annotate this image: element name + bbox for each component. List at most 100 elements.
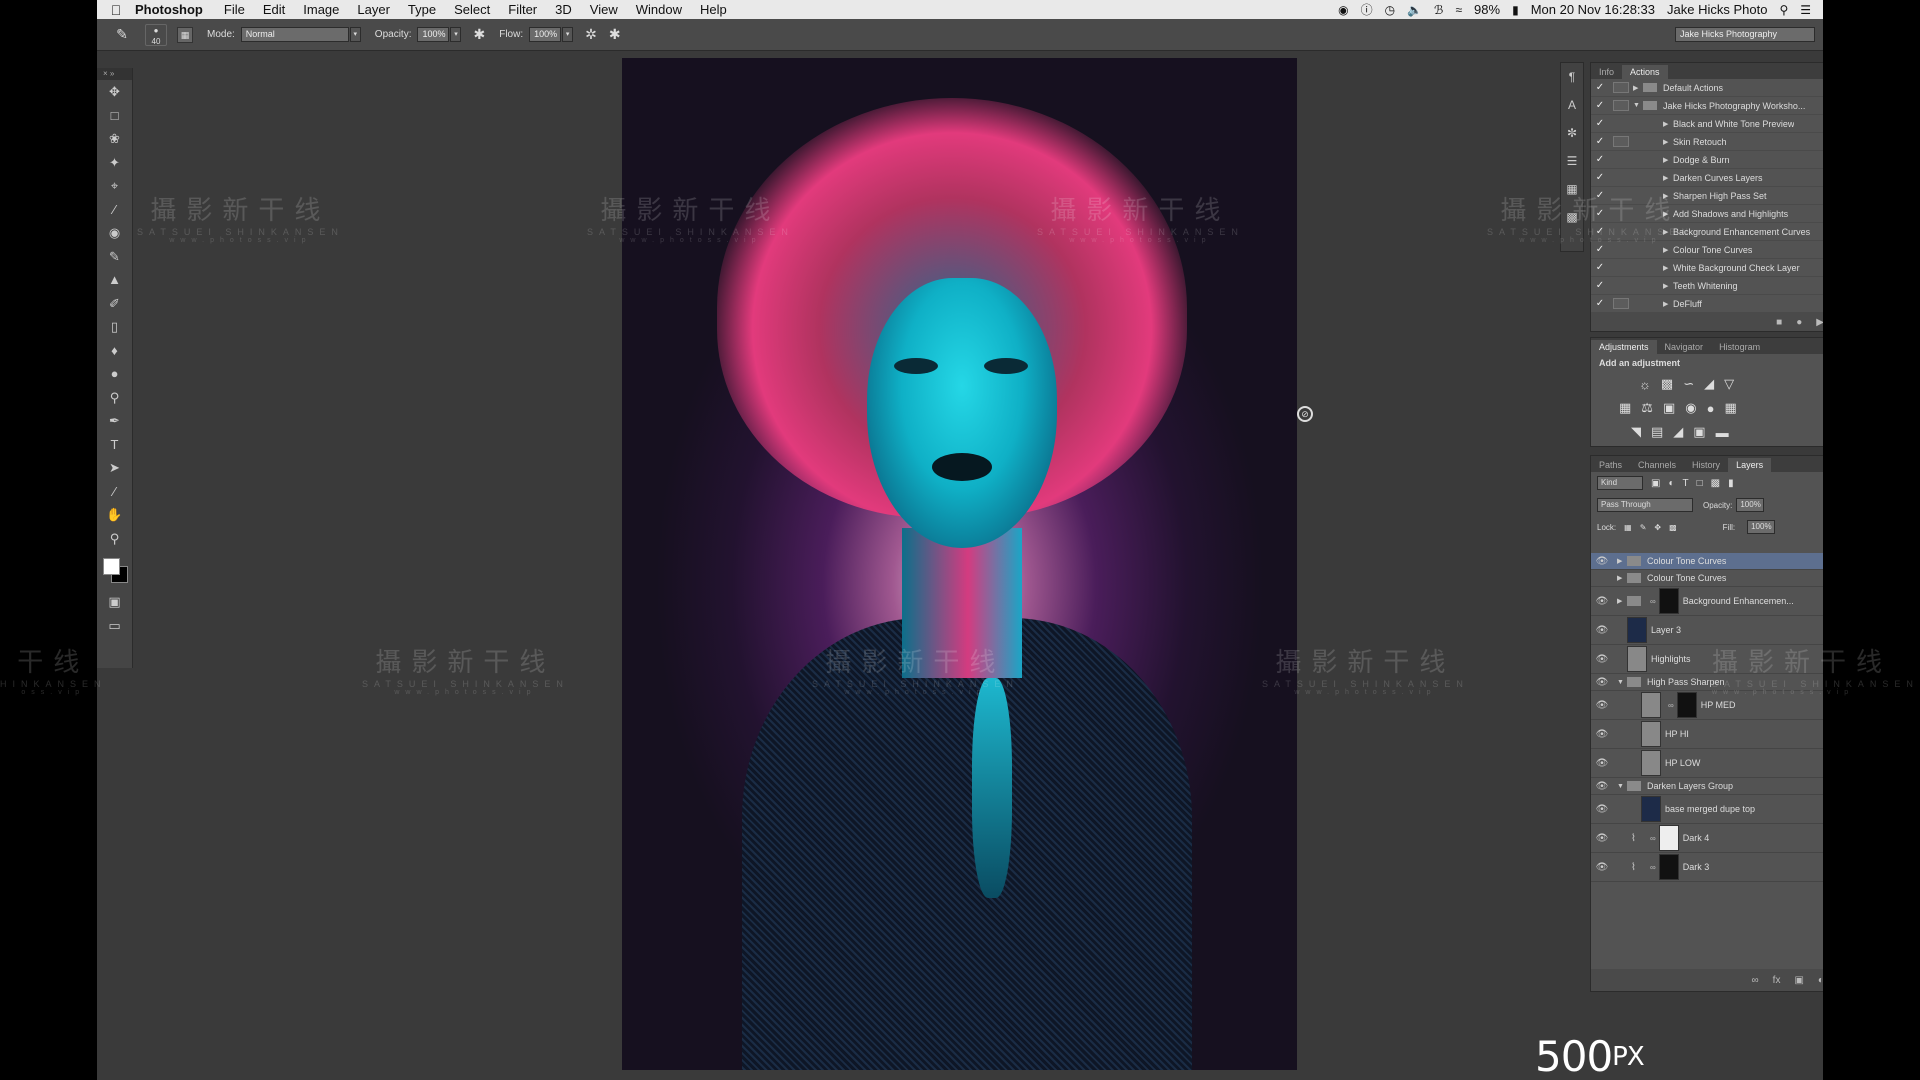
tab-history[interactable]: History xyxy=(1684,458,1728,472)
document-canvas[interactable] xyxy=(622,58,1297,1070)
play-action-icon[interactable]: ▶ xyxy=(1816,317,1823,328)
tab-paths[interactable]: Paths xyxy=(1591,458,1630,472)
action-enabled-checkbox[interactable]: ✓ xyxy=(1591,154,1609,165)
clone-stamp-tool-icon[interactable]: ▲ xyxy=(97,268,132,292)
collapsed-triangle-icon[interactable]: ▶ xyxy=(1617,557,1627,565)
visibility-eye-icon[interactable]: 👁 xyxy=(1591,758,1613,769)
brush-panel-toggle-icon[interactable]: ▦ xyxy=(177,26,193,43)
chain-link-icon[interactable]: ∞ xyxy=(1650,597,1656,606)
tab-channels[interactable]: Channels xyxy=(1630,458,1684,472)
battery-icon[interactable]: ▮ xyxy=(1512,3,1519,17)
blend-mode-select[interactable]: Pass Through xyxy=(1597,498,1693,512)
action-dialog-toggle[interactable] xyxy=(1613,280,1629,291)
action-dialog-toggle[interactable] xyxy=(1613,208,1629,219)
layer-thumbnail[interactable] xyxy=(1627,617,1647,643)
invert-icon[interactable]: ◥ xyxy=(1631,424,1641,440)
action-enabled-checkbox[interactable]: ✓ xyxy=(1591,100,1609,111)
lock-image-icon[interactable]: ✎ xyxy=(1640,523,1647,532)
visibility-eye-icon[interactable]: 👁 xyxy=(1591,862,1613,873)
action-enabled-checkbox[interactable]: ✓ xyxy=(1591,208,1609,219)
layer-row[interactable]: 👁 ⌇ ∞ Dark 3 xyxy=(1591,853,1823,882)
expanded-triangle-icon[interactable]: ▼ xyxy=(1617,679,1627,686)
layer-thumbnail[interactable] xyxy=(1641,721,1661,747)
lock-position-icon[interactable]: ✥ xyxy=(1654,523,1661,532)
action-item[interactable]: ✓ ▶ Black and White Tone Preview xyxy=(1591,115,1823,133)
layer-mask-thumbnail[interactable] xyxy=(1676,692,1697,718)
action-dialog-toggle[interactable] xyxy=(1613,100,1629,111)
mode-select[interactable]: Normal xyxy=(240,27,349,42)
tab-histogram[interactable]: Histogram xyxy=(1711,340,1768,354)
levels-icon[interactable]: ▩ xyxy=(1661,376,1673,392)
channel-mixer-icon[interactable]: ● xyxy=(1707,401,1715,416)
layer-thumbnail[interactable] xyxy=(1641,796,1661,822)
pressure-size-icon[interactable]: ✱ xyxy=(609,26,621,43)
airbrush-icon[interactable]: ✲ xyxy=(585,26,597,43)
fill-field[interactable]: 100% xyxy=(1747,520,1776,534)
color-lookup-icon[interactable]: ▦ xyxy=(1724,400,1736,416)
screen-mode-icon[interactable]: ▭ xyxy=(97,614,132,638)
visibility-eye-icon[interactable]: 👁 xyxy=(1591,677,1613,688)
eyedropper-tool-icon[interactable]: ⁄ xyxy=(97,198,132,222)
action-enabled-checkbox[interactable]: ✓ xyxy=(1591,172,1609,183)
visibility-eye-icon[interactable]: 👁 xyxy=(1591,781,1613,792)
add-mask-icon[interactable]: ▣ xyxy=(1794,975,1803,986)
styles-icon[interactable]: ▩ xyxy=(1561,203,1583,231)
action-enabled-checkbox[interactable]: ✓ xyxy=(1591,82,1609,93)
visibility-eye-icon[interactable]: 👁 xyxy=(1591,700,1613,711)
filter-pixel-icon[interactable]: ▣ xyxy=(1651,478,1660,489)
filter-type-icon[interactable]: T xyxy=(1683,478,1689,489)
layer-row[interactable]: 👁base merged dupe top▣ xyxy=(1591,795,1823,824)
layer-kind-filter[interactable]: Kind xyxy=(1597,476,1643,490)
action-item[interactable]: ✓ ▼ Jake Hicks Photography Worksho... xyxy=(1591,97,1823,115)
tab-navigator[interactable]: Navigator xyxy=(1657,340,1712,354)
visibility-eye-icon[interactable]: 👁 xyxy=(1591,556,1613,567)
path-selection-tool-icon[interactable]: ➤ xyxy=(97,456,132,480)
paint-bucket-tool-icon[interactable]: ♦ xyxy=(97,339,132,363)
time-machine-icon[interactable]: ◷ xyxy=(1385,3,1395,17)
photo-filter-icon[interactable]: ◉ xyxy=(1685,400,1696,416)
vibrance-icon[interactable]: ▽ xyxy=(1724,376,1734,392)
collapsed-triangle-icon[interactable]: ▶ xyxy=(1663,282,1673,290)
zoom-tool-icon[interactable]: ⚲ xyxy=(97,527,132,551)
tools-panel-header[interactable]: × » xyxy=(97,68,132,80)
layer-row[interactable]: 👁 ▶ Colour Tone Curves xyxy=(1591,553,1823,570)
foreground-color-swatch[interactable] xyxy=(103,558,120,575)
layer-thumbnail[interactable] xyxy=(1641,692,1661,718)
healing-brush-tool-icon[interactable]: ◉ xyxy=(97,221,132,245)
tab-layers[interactable]: Layers xyxy=(1728,458,1772,472)
collapsed-triangle-icon[interactable]: ▶ xyxy=(1617,597,1627,605)
filter-toggle-icon[interactable]: ▮ xyxy=(1728,478,1734,489)
layer-mask-thumbnail[interactable] xyxy=(1658,588,1679,614)
layer-comps-icon[interactable]: ▦ xyxy=(1561,175,1583,203)
action-item[interactable]: ✓ ▶ White Background Check Layer xyxy=(1591,259,1823,277)
action-dialog-toggle[interactable] xyxy=(1613,298,1629,309)
action-dialog-toggle[interactable] xyxy=(1613,244,1629,255)
eraser-tool-icon[interactable]: ▯ xyxy=(97,315,132,339)
collapsed-triangle-icon[interactable]: ▶ xyxy=(1663,264,1673,272)
flow-field[interactable]: 100% xyxy=(529,27,562,42)
visibility-eye-icon[interactable]: 👁 xyxy=(1591,625,1613,636)
action-dialog-toggle[interactable] xyxy=(1613,82,1629,93)
wifi-icon[interactable]: ≈ xyxy=(1455,3,1462,17)
layer-opacity-field[interactable]: 100% xyxy=(1736,498,1765,512)
collapsed-triangle-icon[interactable]: ▶ xyxy=(1663,246,1673,254)
curves-icon[interactable]: ∽ xyxy=(1683,376,1694,392)
collapsed-triangle-icon[interactable]: ▶ xyxy=(1663,120,1673,128)
blur-tool-icon[interactable]: ● xyxy=(97,362,132,386)
pressure-opacity-icon[interactable]: ✱ xyxy=(473,26,485,43)
collapsed-triangle-icon[interactable]: ▶ xyxy=(1663,210,1673,218)
menu-help[interactable]: Help xyxy=(700,2,727,17)
brightness-contrast-icon[interactable]: ☼ xyxy=(1639,377,1651,392)
layer-thumbnail[interactable] xyxy=(1641,750,1661,776)
visibility-eye-icon[interactable]: 👁 xyxy=(1591,833,1613,844)
menu-window[interactable]: Window xyxy=(636,2,682,17)
brush-presets-icon[interactable]: ✼ xyxy=(1561,119,1583,147)
spotlight-search-icon[interactable]: ⚲ xyxy=(1779,3,1788,17)
properties-icon[interactable]: ☰ xyxy=(1561,147,1583,175)
action-item[interactable]: ✓ ▶ DeFluff xyxy=(1591,295,1823,313)
collapsed-triangle-icon[interactable]: ▶ xyxy=(1663,192,1673,200)
app-name-menu[interactable]: Photoshop xyxy=(135,2,203,17)
lasso-tool-icon[interactable]: ❀ xyxy=(97,127,132,151)
action-enabled-checkbox[interactable]: ✓ xyxy=(1591,298,1609,309)
visibility-eye-icon[interactable]: 👁 xyxy=(1591,596,1613,607)
